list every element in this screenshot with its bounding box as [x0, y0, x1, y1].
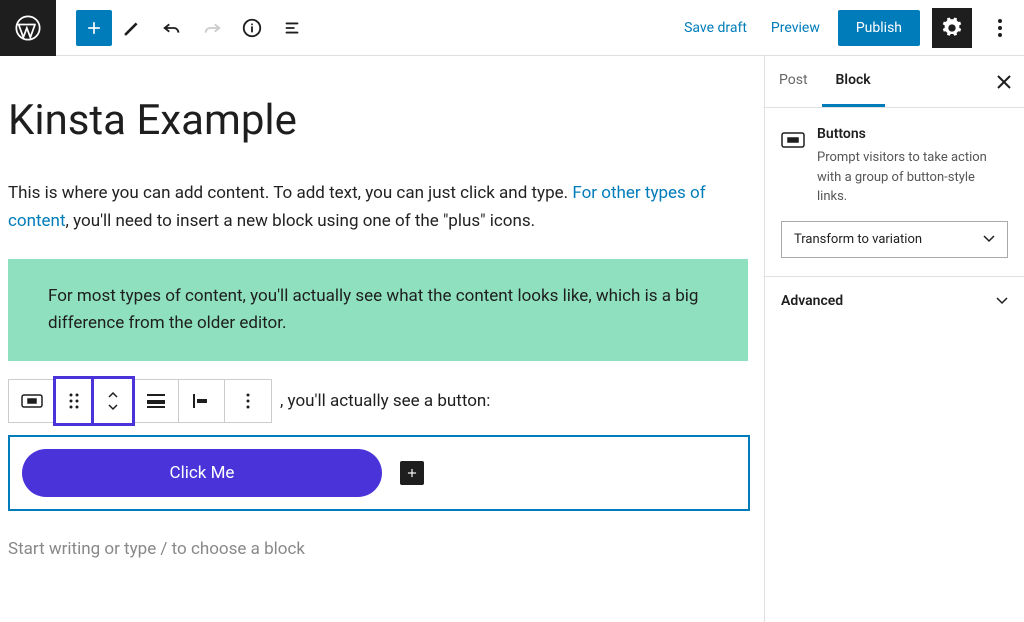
undo-icon[interactable]: [154, 10, 190, 46]
buttons-block[interactable]: Click Me: [8, 435, 750, 511]
info-icon[interactable]: [234, 10, 270, 46]
save-draft-button[interactable]: Save draft: [678, 12, 753, 44]
justify-icon[interactable]: [133, 380, 179, 422]
editor-topbar: Save draft Preview Publish: [0, 0, 1024, 56]
outline-icon[interactable]: [274, 10, 310, 46]
sidebar-tabs: Post Block: [765, 56, 1024, 108]
drag-handle-icon[interactable]: [56, 379, 94, 423]
edit-mode-icon[interactable]: [114, 10, 150, 46]
paragraph-block[interactable]: This is where you can add content. To ad…: [8, 180, 748, 234]
preview-button[interactable]: Preview: [765, 12, 826, 44]
wordpress-logo[interactable]: [0, 0, 56, 56]
block-mover-highlight: [53, 376, 135, 426]
button-element[interactable]: Click Me: [22, 449, 382, 497]
buttons-block-icon: [781, 128, 805, 152]
block-options-icon[interactable]: [225, 380, 271, 422]
block-toolbar: , you'll actually see a button:: [8, 379, 756, 423]
tab-block[interactable]: Block: [822, 56, 885, 107]
add-block-button[interactable]: [76, 10, 112, 46]
block-type-icon[interactable]: [9, 380, 55, 422]
publish-button[interactable]: Publish: [838, 10, 920, 46]
add-button-icon[interactable]: [400, 461, 424, 485]
empty-paragraph-placeholder[interactable]: Start writing or type / to choose a bloc…: [8, 539, 756, 559]
inline-text: , you'll actually see a button:: [280, 391, 490, 411]
settings-button[interactable]: [932, 8, 972, 48]
align-icon[interactable]: [179, 380, 225, 422]
block-info-section: Buttons Prompt visitors to take action w…: [765, 108, 1024, 277]
advanced-panel[interactable]: Advanced: [765, 277, 1024, 325]
block-description: Prompt visitors to take action with a gr…: [817, 148, 1008, 207]
more-options-button[interactable]: [984, 8, 1016, 48]
tab-post[interactable]: Post: [765, 56, 822, 107]
block-name-label: Buttons: [817, 126, 1008, 142]
transform-variation-select[interactable]: Transform to variation: [781, 221, 1008, 258]
post-title[interactable]: Kinsta Example: [8, 96, 756, 146]
callout-block[interactable]: For most types of content, you'll actual…: [8, 259, 748, 361]
settings-sidebar: Post Block Buttons Prompt visitors to ta…: [764, 56, 1024, 622]
close-sidebar-icon[interactable]: [984, 56, 1024, 107]
move-up-down-icon[interactable]: [94, 379, 132, 423]
editor-canvas: Kinsta Example This is where you can add…: [0, 56, 764, 622]
redo-icon[interactable]: [194, 10, 230, 46]
